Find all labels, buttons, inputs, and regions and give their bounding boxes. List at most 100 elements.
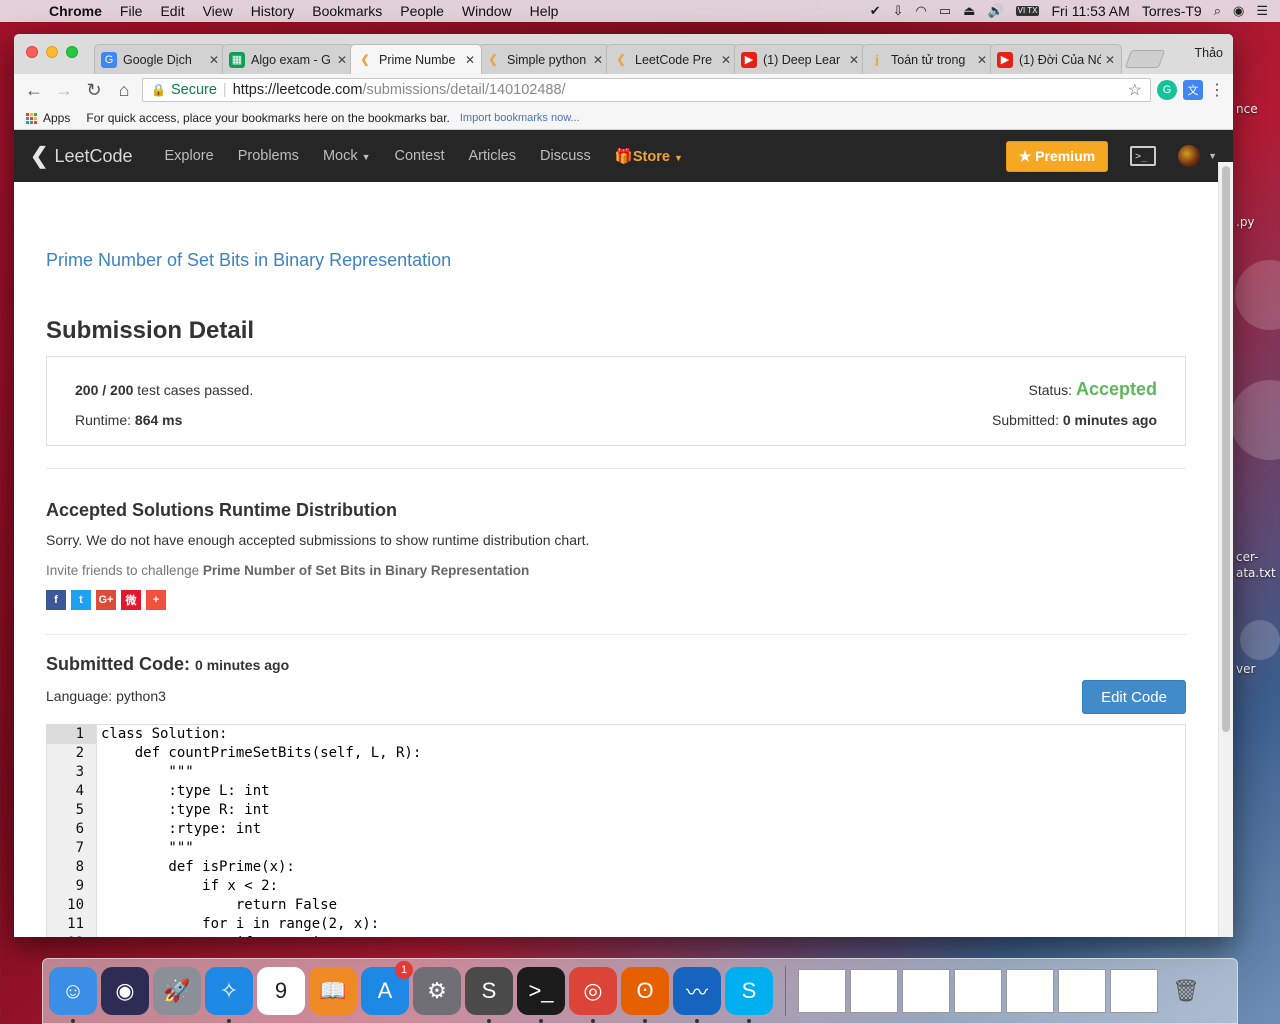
browser-tab[interactable]: ❮ Simple python ✕	[478, 44, 610, 74]
desktop-file-label[interactable]: cer-	[1236, 550, 1258, 564]
browser-toolbar: ← → ↻ ⌂ 🔒 Secure | https://leetcode.com …	[14, 74, 1233, 106]
menu-bookmarks[interactable]: Bookmarks	[303, 3, 391, 19]
import-bookmarks-link[interactable]: Import bookmarks now...	[460, 112, 580, 124]
openoffice-icon[interactable]: 〰	[673, 967, 721, 1023]
grammarly-extension-icon[interactable]: G	[1157, 80, 1177, 100]
close-tab-icon[interactable]: ✕	[1105, 53, 1115, 67]
browser-tab[interactable]: ❮ LeetCode Pre ✕	[606, 44, 738, 74]
app-store-icon[interactable]: A1	[361, 961, 413, 1015]
siri-menu-icon[interactable]: ◉	[1233, 3, 1244, 19]
checkmark-circle-icon[interactable]: ✔	[870, 3, 881, 19]
spotlight-search-icon[interactable]: ⌕	[1214, 3, 1221, 19]
calendar-icon[interactable]: 9	[257, 967, 305, 1015]
input-method-icon[interactable]: VI TX	[1015, 6, 1040, 16]
notification-center-icon[interactable]: ☰	[1256, 3, 1268, 19]
dock-document-thumbnail[interactable]	[850, 969, 898, 1013]
ibooks-icon[interactable]: 📖	[309, 967, 357, 1015]
profile-name[interactable]: Thảo	[1195, 46, 1224, 60]
address-bar[interactable]: 🔒 Secure | https://leetcode.com /submiss…	[142, 78, 1151, 102]
code-viewer[interactable]: 12345678910111213 class Solution: def co…	[46, 724, 1186, 937]
twitter-share-icon[interactable]: t	[71, 590, 91, 610]
browser-tab[interactable]: G Google Dịch ✕	[94, 44, 226, 74]
wifi-icon[interactable]: ◠	[916, 3, 927, 19]
browser-tab[interactable]: ▶ (1) Đời Của Nó ✕	[990, 44, 1122, 74]
launchpad-glyph: 🚀	[163, 978, 191, 1003]
minimize-window-button[interactable]	[46, 46, 58, 58]
invite-problem: Prime Number of Set Bits in Binary Repre…	[202, 563, 530, 578]
close-tab-icon[interactable]: ✕	[209, 53, 219, 67]
siri-icon[interactable]: ◉	[101, 967, 149, 1015]
home-icon[interactable]: ⌂	[112, 80, 136, 101]
desktop-file-label[interactable]: ver	[1236, 662, 1255, 676]
code-lines[interactable]: class Solution: def countPrimeSetBits(se…	[97, 725, 1185, 937]
close-window-button[interactable]	[26, 46, 38, 58]
dock-document-thumbnail[interactable]	[902, 969, 950, 1013]
scrollbar-thumb[interactable]	[1222, 166, 1230, 732]
wallpaper-ornament	[1240, 620, 1280, 660]
more-share-icon[interactable]: +	[146, 590, 166, 610]
browser-tab[interactable]: ▶ (1) Deep Lear ✕	[734, 44, 866, 74]
menu-edit[interactable]: Edit	[151, 3, 193, 19]
finder-icon[interactable]: ☺	[49, 967, 97, 1023]
desktop-file-label[interactable]: nce	[1236, 102, 1258, 116]
menu-history[interactable]: History	[242, 3, 304, 19]
menu-help[interactable]: Help	[521, 3, 568, 19]
chrome-menu-icon[interactable]: ⋮	[1209, 80, 1225, 100]
google-plus-share-icon[interactable]: G+	[96, 590, 116, 610]
zoom-window-button[interactable]	[66, 46, 78, 58]
menu-people[interactable]: People	[391, 3, 453, 19]
edit-code-button[interactable]: Edit Code	[1082, 680, 1186, 714]
trash-icon[interactable]: 🗑	[1162, 967, 1210, 1015]
apps-shortcut[interactable]: Apps	[26, 111, 70, 125]
eject-icon[interactable]: ⏏	[963, 3, 975, 19]
download-icon[interactable]: ⇩	[893, 3, 904, 19]
launchpad-icon[interactable]: 🚀	[153, 967, 201, 1015]
close-tab-icon[interactable]: ✕	[849, 53, 859, 67]
page-scrollbar[interactable]	[1218, 162, 1233, 937]
test-cases-result: 200 / 200 test cases passed.	[75, 382, 253, 398]
running-indicator	[643, 1019, 647, 1023]
safari-icon[interactable]: ✧	[205, 967, 253, 1023]
system-preferences-glyph: ⚙	[427, 978, 447, 1003]
close-tab-icon[interactable]: ✕	[593, 53, 603, 67]
close-tab-icon[interactable]: ✕	[721, 53, 731, 67]
skype-icon[interactable]: S	[725, 967, 773, 1023]
calendar-glyph: 9	[274, 978, 288, 1003]
reload-icon[interactable]: ↻	[82, 80, 106, 101]
forward-arrow-icon[interactable]: →	[52, 80, 76, 101]
dock-document-thumbnail[interactable]	[1058, 969, 1106, 1013]
back-arrow-icon[interactable]: ←	[22, 80, 46, 101]
dock-document-thumbnail[interactable]	[1110, 969, 1158, 1013]
problem-title-link[interactable]: Prime Number of Set Bits in Binary Repre…	[46, 250, 451, 271]
dock-document-thumbnail[interactable]	[1006, 969, 1054, 1013]
firefox-icon[interactable]: ʘ	[621, 967, 669, 1023]
dock-document-thumbnail[interactable]	[798, 969, 846, 1013]
menu-app-name[interactable]: Chrome	[40, 3, 111, 19]
bookmark-star-icon[interactable]: ☆	[1128, 80, 1142, 100]
clock[interactable]: Fri 11:53 AM	[1051, 3, 1129, 19]
airplay-icon[interactable]: ▭	[939, 3, 951, 19]
browser-tab[interactable]: ▦ Algo exam - G ✕	[222, 44, 354, 74]
volume-icon[interactable]: 🔊	[987, 3, 1003, 19]
line-number: 8	[75, 859, 84, 875]
desktop-file-label[interactable]: ata.txt	[1236, 566, 1276, 580]
google-translate-extension-icon[interactable]: 文	[1183, 80, 1203, 100]
browser-tab[interactable]: j Toán tử trong ✕	[862, 44, 994, 74]
menu-file[interactable]: File	[111, 3, 152, 19]
facebook-share-icon[interactable]: f	[46, 590, 66, 610]
menu-window[interactable]: Window	[453, 3, 521, 19]
chrome-icon[interactable]: ◎	[569, 967, 617, 1023]
desktop-file-label[interactable]: .py	[1236, 215, 1255, 229]
close-tab-icon[interactable]: ✕	[977, 53, 987, 67]
close-tab-icon[interactable]: ✕	[465, 53, 475, 67]
sublime-text-icon[interactable]: S	[465, 967, 513, 1023]
menu-view[interactable]: View	[194, 3, 242, 19]
close-tab-icon[interactable]: ✕	[337, 53, 347, 67]
terminal-icon[interactable]: >_	[517, 967, 565, 1023]
system-preferences-icon[interactable]: ⚙	[413, 967, 461, 1015]
weibo-share-icon[interactable]: 微	[121, 590, 141, 610]
new-tab-button[interactable]	[1124, 50, 1166, 68]
user-name[interactable]: Torres-T9	[1142, 3, 1202, 19]
dock-document-thumbnail[interactable]	[954, 969, 1002, 1013]
browser-tab[interactable]: ❮ Prime Numbe ✕	[350, 44, 482, 74]
